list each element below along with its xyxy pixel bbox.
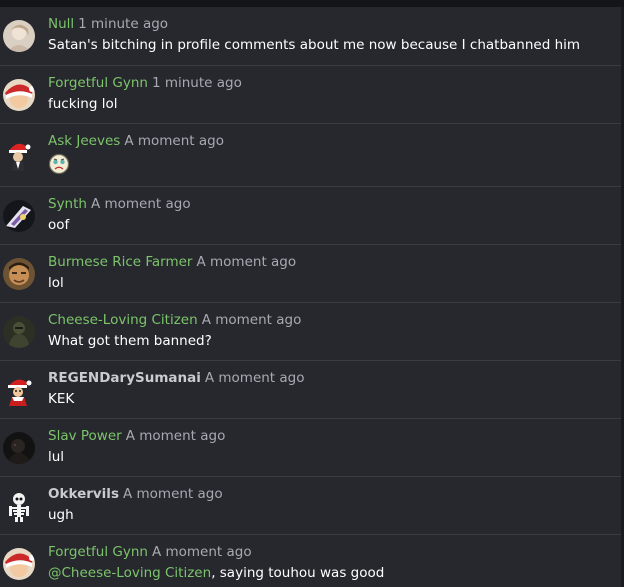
- message-timestamp: A moment ago: [151, 544, 252, 560]
- chat-message: Okkervils A moment ago ugh: [0, 477, 621, 535]
- santa-hat-avatar-icon[interactable]: [3, 79, 35, 111]
- username-link[interactable]: Slav Power: [48, 428, 122, 444]
- worried-face-emoji: [48, 153, 70, 175]
- santa-hat-avatar-icon[interactable]: [3, 548, 35, 580]
- username-link[interactable]: Cheese-Loving Citizen: [48, 312, 198, 328]
- message-header: Burmese Rice Farmer A moment ago: [48, 253, 296, 271]
- chat-message: Burmese Rice Farmer A moment ago lol: [0, 245, 621, 303]
- message-timestamp: 1 minute ago: [151, 75, 242, 91]
- chat-message: Null 1 minute ago Satan's bitching in pro…: [0, 7, 621, 66]
- username-link[interactable]: Okkervils: [48, 486, 119, 502]
- santa-character-avatar-icon[interactable]: [3, 374, 35, 406]
- dark-photo-avatar-icon[interactable]: [3, 432, 35, 464]
- message-text: lul: [48, 449, 65, 465]
- message-timestamp: A moment ago: [204, 370, 305, 386]
- message-text: Satan's bitching in profile comments abo…: [48, 37, 581, 53]
- abstract-avatar-icon[interactable]: [3, 200, 35, 232]
- username-link[interactable]: Forgetful Gynn: [48, 544, 148, 560]
- username-link[interactable]: Forgetful Gynn: [48, 75, 148, 91]
- message-header: Cheese-Loving Citizen A moment ago: [48, 311, 301, 329]
- message-text: What got them banned?: [48, 333, 212, 349]
- user-mention-link[interactable]: @Cheese-Loving Citizen: [48, 565, 211, 581]
- portrait-avatar-icon[interactable]: [3, 20, 35, 52]
- message-text: lol: [48, 275, 64, 291]
- message-text: oof: [48, 217, 70, 233]
- message-header: REGENDarySumanai A moment ago: [48, 369, 305, 387]
- chat-message: Slav Power A moment ago lul: [0, 419, 621, 477]
- chat-message: REGENDarySumanai A moment ago KEK: [0, 361, 621, 419]
- message-header: Forgetful Gynn 1 minute ago: [48, 74, 242, 92]
- chat-message: Forgetful Gynn A moment ago @Cheese-Lovin…: [0, 535, 621, 587]
- message-timestamp: 1 minute ago: [78, 16, 169, 32]
- message-header: Null 1 minute ago: [48, 15, 168, 33]
- message-header: Ask Jeeves A moment ago: [48, 132, 224, 150]
- username-link[interactable]: Synth: [48, 196, 87, 212]
- username-link[interactable]: Ask Jeeves: [48, 133, 120, 149]
- message-text: ugh: [48, 507, 74, 523]
- chat-window: Null 1 minute ago Satan's bitching in pro…: [0, 0, 624, 587]
- username-link[interactable]: REGENDarySumanai: [48, 370, 201, 386]
- message-header: Synth A moment ago: [48, 195, 191, 213]
- username-link[interactable]: Null: [48, 16, 74, 32]
- dark-figure-avatar-icon[interactable]: [3, 316, 35, 348]
- message-header: Okkervils A moment ago: [48, 485, 223, 503]
- skeleton-avatar-icon[interactable]: [3, 490, 35, 522]
- chat-message: Synth A moment ago oof: [0, 187, 621, 245]
- message-text: @Cheese-Loving Citizen, saying touhou wa…: [48, 564, 384, 582]
- message-header: Slav Power A moment ago: [48, 427, 225, 445]
- face-photo-avatar-icon[interactable]: [3, 258, 35, 290]
- message-header: Forgetful Gynn A moment ago: [48, 543, 252, 561]
- chat-message: Forgetful Gynn 1 minute ago fucking lol: [0, 66, 621, 124]
- message-timestamp: A moment ago: [196, 254, 297, 270]
- message-text: fucking lol: [48, 96, 118, 112]
- chat-message: Cheese-Loving Citizen A moment ago What g…: [0, 303, 621, 361]
- message-text-body: , saying touhou was good: [211, 565, 385, 581]
- message-timestamp: A moment ago: [125, 428, 226, 444]
- message-text: KEK: [48, 391, 75, 407]
- message-timestamp: A moment ago: [122, 486, 223, 502]
- chat-message: Ask Jeeves A moment ago: [0, 124, 621, 187]
- message-timestamp: A moment ago: [124, 133, 224, 149]
- butler-santa-avatar-icon[interactable]: [3, 139, 35, 171]
- message-timestamp: A moment ago: [201, 312, 302, 328]
- username-link[interactable]: Burmese Rice Farmer: [48, 254, 193, 270]
- message-timestamp: A moment ago: [90, 196, 191, 212]
